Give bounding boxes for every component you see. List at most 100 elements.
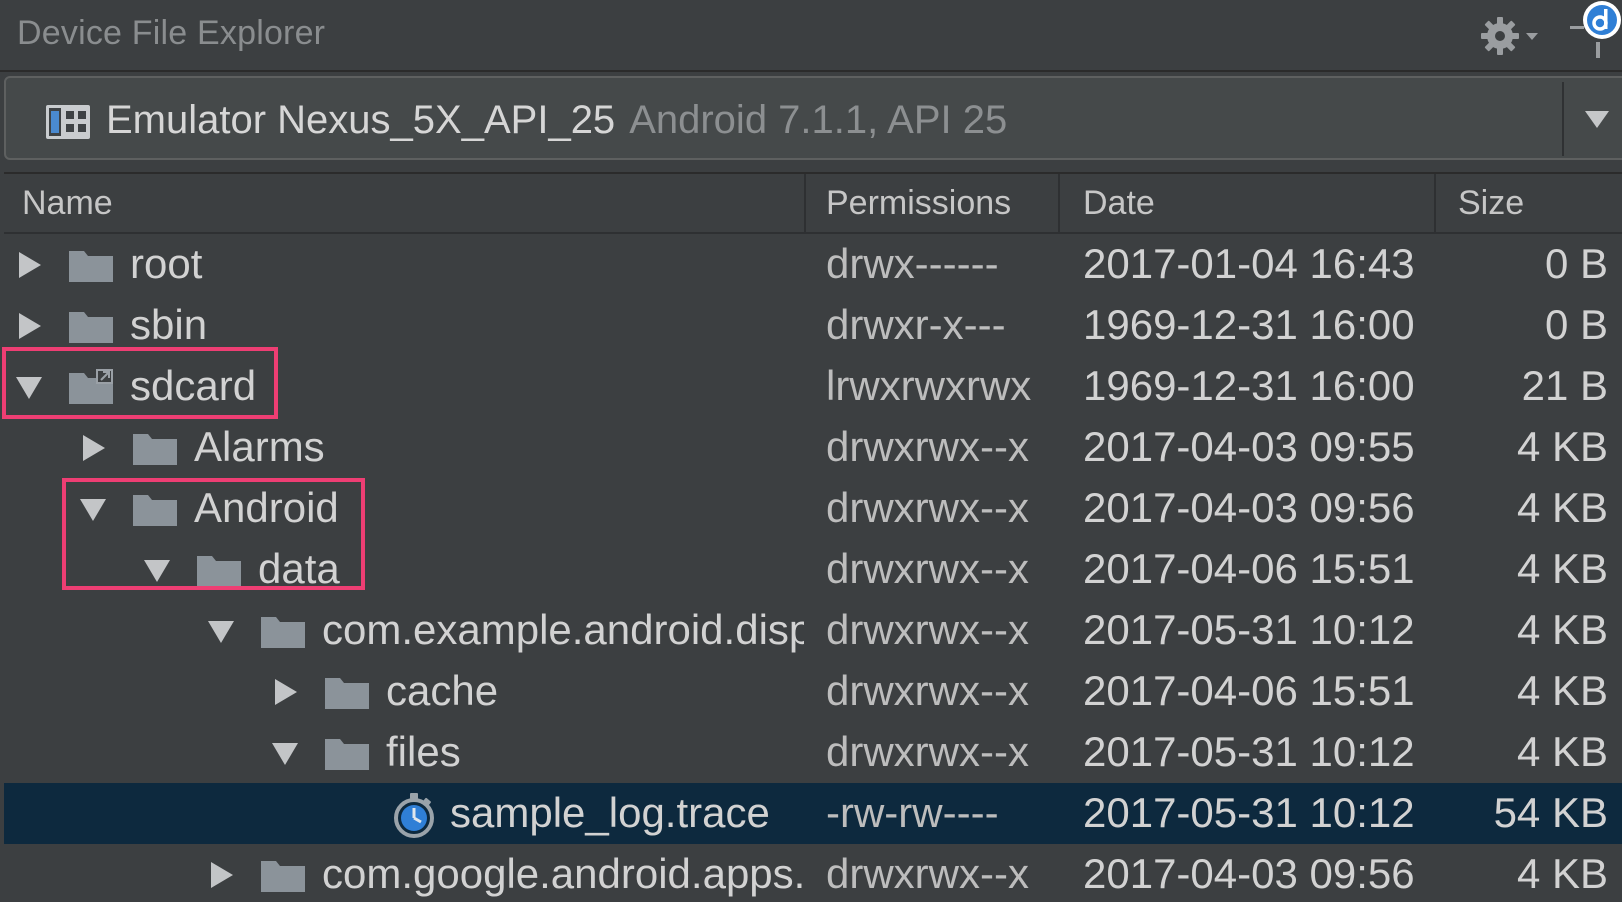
table-row[interactable]: Alarms drwxrwx--x 2017-04-03 09:55 4 KB	[4, 417, 1622, 478]
column-header-permissions[interactable]: Permissions	[826, 184, 1011, 223]
device-dropdown[interactable]: Emulator Nexus_5X_API_25 Android 7.1.1, A…	[4, 76, 1622, 160]
size-cell: 21 B	[1521, 362, 1608, 409]
file-name: Android	[194, 484, 339, 531]
permissions-cell: drwxrwx--x	[826, 545, 1029, 592]
name-cell: com.example.android.displayingbitmaps	[4, 600, 804, 661]
column-header-date[interactable]: Date	[1083, 184, 1155, 223]
minimize-button[interactable]	[1570, 0, 1622, 58]
permissions-cell: drwx------	[826, 240, 999, 287]
collapsed-arrow-icon[interactable]	[270, 677, 300, 707]
folder-icon	[325, 678, 369, 709]
date-cell: 2017-04-03 09:55	[1083, 423, 1415, 470]
folder-icon	[133, 495, 177, 526]
permissions-cell: drwxrwx--x	[826, 728, 1029, 775]
size-cell: 4 KB	[1516, 423, 1608, 470]
device-selector-bar: Emulator Nexus_5X_API_25 Android 7.1.1, A…	[0, 72, 1622, 164]
permissions-cell: drwxrwx--x	[826, 667, 1029, 714]
file-name: data	[258, 545, 340, 592]
expanded-arrow-icon[interactable]	[270, 738, 300, 768]
folder-link-icon	[69, 369, 114, 404]
device-label: Emulator Nexus_5X_API_25 Android 7.1.1, A…	[106, 98, 1007, 143]
device-api-level: Android 7.1.1, API 25	[629, 98, 1008, 142]
folder-icon	[261, 617, 305, 648]
table-row[interactable]: sample_log.trace -rw-rw---- 2017-05-31 10:…	[4, 783, 1622, 844]
table-row[interactable]: root drwx------ 2017-01-04 16:43 0 B	[4, 234, 1622, 295]
tool-window-title: Device File Explorer	[17, 14, 326, 52]
collapsed-arrow-icon[interactable]	[206, 860, 236, 890]
date-cell: 2017-05-31 10:12	[1083, 606, 1415, 653]
settings-button[interactable]	[1478, 14, 1548, 58]
permissions-cell: drwxrwx--x	[826, 850, 1029, 897]
file-name: com.google.android.apps.maps	[322, 850, 804, 897]
folder-icon	[69, 312, 113, 343]
name-cell: Alarms	[4, 417, 804, 478]
size-cell: 4 KB	[1516, 850, 1608, 897]
permissions-cell: drwxrwx--x	[826, 423, 1029, 470]
date-cell: 1969-12-31 16:00	[1083, 362, 1415, 409]
table-row[interactable]: data drwxrwx--x 2017-04-06 15:51 4 KB	[4, 539, 1622, 600]
table-row[interactable]: com.google.android.apps.maps drwxrwx--x 20…	[4, 844, 1622, 902]
column-divider[interactable]	[1434, 174, 1436, 234]
permissions-cell: drwxrwx--x	[826, 484, 1029, 531]
table-row[interactable]: Android drwxrwx--x 2017-04-03 09:56 4 KB	[4, 478, 1622, 539]
file-name: sbin	[130, 301, 208, 348]
collapsed-arrow-icon[interactable]	[14, 311, 44, 341]
folder-icon	[261, 861, 305, 892]
file-name: sample_log.trace	[450, 789, 770, 836]
name-cell: sbin	[4, 295, 804, 356]
column-header-name[interactable]: Name	[22, 184, 113, 223]
expanded-arrow-icon[interactable]	[14, 372, 44, 402]
name-cell: data	[4, 539, 804, 600]
date-cell: 2017-04-06 15:51	[1083, 667, 1415, 714]
device-name: Emulator Nexus_5X_API_25	[106, 98, 616, 142]
file-name: sdcard	[130, 362, 257, 409]
date-cell: 2017-04-06 15:51	[1083, 545, 1415, 592]
column-divider[interactable]	[1058, 174, 1060, 234]
chevron-down-icon[interactable]	[1582, 106, 1612, 132]
name-cell: root	[4, 234, 804, 295]
file-name: cache	[386, 667, 499, 714]
file-name: files	[386, 728, 461, 775]
folder-icon	[325, 739, 369, 770]
table-row[interactable]: cache drwxrwx--x 2017-04-06 15:51 4 KB	[4, 661, 1622, 722]
permissions-cell: drwxr-x---	[826, 301, 1006, 348]
size-cell: 4 KB	[1516, 545, 1608, 592]
collapsed-arrow-icon[interactable]	[14, 250, 44, 280]
date-cell: 2017-05-31 10:12	[1083, 728, 1415, 775]
table-header: Name Permissions Date Size	[4, 172, 1622, 234]
size-cell: 4 KB	[1516, 606, 1608, 653]
date-cell: 1969-12-31 16:00	[1083, 301, 1415, 348]
permissions-cell: drwxrwx--x	[826, 606, 1029, 653]
tool-window-header: Device File Explorer	[0, 0, 1622, 72]
name-cell: com.google.android.apps.maps	[4, 844, 804, 902]
file-name: root	[130, 240, 203, 287]
expanded-arrow-icon[interactable]	[78, 494, 108, 524]
name-cell: sdcard	[4, 356, 804, 417]
table-row[interactable]: files drwxrwx--x 2017-05-31 10:12 4 KB	[4, 722, 1622, 783]
size-cell: 54 KB	[1493, 789, 1608, 836]
file-name: com.example.android.displayingbitmaps	[322, 606, 804, 653]
table-row[interactable]: sbin drwxr-x--- 1969-12-31 16:00 0 B	[4, 295, 1622, 356]
size-cell: 4 KB	[1516, 667, 1608, 714]
name-cell: sample_log.trace	[4, 783, 804, 844]
column-header-size[interactable]: Size	[1458, 184, 1524, 223]
trace-file-icon	[394, 793, 434, 838]
expanded-arrow-icon[interactable]	[206, 616, 236, 646]
size-cell: 0 B	[1544, 301, 1608, 348]
size-cell: 0 B	[1544, 240, 1608, 287]
permissions-cell: -rw-rw----	[826, 789, 999, 836]
table-row[interactable]: com.example.android.displayingbitmaps drw…	[4, 600, 1622, 661]
name-cell: Android	[4, 478, 804, 539]
folder-icon	[133, 434, 177, 465]
permissions-cell: lrwxrwxrwx	[826, 362, 1032, 409]
file-name: Alarms	[194, 423, 325, 470]
name-cell: cache	[4, 661, 804, 722]
date-cell: 2017-04-03 09:56	[1083, 850, 1415, 897]
table-row[interactable]: sdcard lrwxrwxrwx 1969-12-31 16:00 21 B	[4, 356, 1622, 417]
column-divider[interactable]	[804, 174, 806, 234]
date-cell: 2017-04-03 09:56	[1083, 484, 1415, 531]
file-tree-table: root drwx------ 2017-01-04 16:43 0 B sbin drw…	[4, 234, 1622, 902]
expanded-arrow-icon[interactable]	[142, 555, 172, 585]
d-badge-icon	[1570, 1, 1621, 58]
collapsed-arrow-icon[interactable]	[78, 433, 108, 463]
